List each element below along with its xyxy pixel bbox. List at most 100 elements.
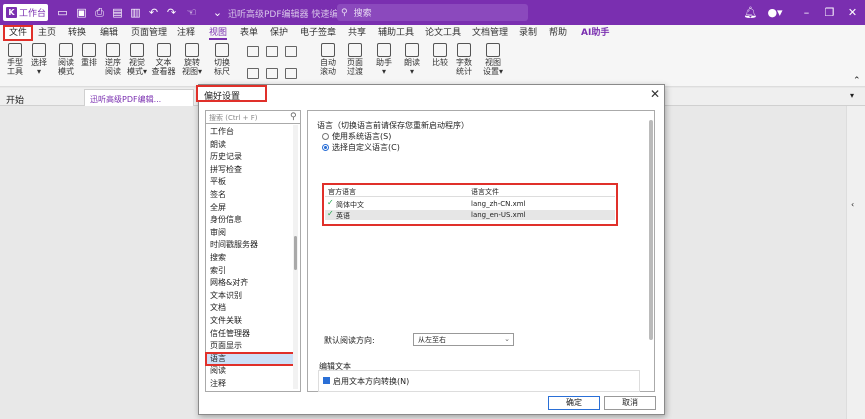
menu-file[interactable]: 文件 [3, 25, 33, 41]
menu-page-manage[interactable]: 页面管理 [131, 26, 167, 40]
tool-label: 选择 [31, 58, 47, 67]
reading-direction-label: 默认阅读方向: [324, 336, 375, 345]
menu-protect[interactable]: 保护 [270, 26, 288, 40]
hand-tool-button[interactable]: 手型 工具 [3, 43, 27, 76]
text-viewer-button[interactable]: 文本 查看器 [150, 43, 177, 76]
auto-scroll-button[interactable]: 自动 滚动 [316, 43, 340, 76]
nav-item[interactable]: 文本识别 [210, 290, 292, 302]
select-tool-button[interactable]: 选择 ▾ [27, 43, 51, 76]
menu-help[interactable]: 帮助 [549, 26, 567, 40]
nav-scrollbar-thumb[interactable] [294, 236, 297, 270]
visual-mode-button[interactable]: 视觉 模式▾ [125, 43, 149, 76]
nav-item[interactable]: 时间戳服务器 [210, 239, 292, 251]
word-count-button[interactable]: 字数 统计 [452, 43, 476, 76]
user-avatar-icon[interactable]: ●▾ [765, 5, 785, 20]
read-mode-button[interactable]: 阅读 模式 [54, 43, 78, 76]
menu-accessibility[interactable]: 辅助工具 [378, 26, 414, 40]
single-page-icon[interactable] [247, 46, 259, 57]
new-doc-icon[interactable]: ▤ [110, 5, 125, 20]
view-settings-button[interactable]: 视图 设置▾ [480, 43, 506, 76]
menu-e-signature[interactable]: 电子签章 [300, 26, 336, 40]
chevron-down-icon[interactable]: ⌄ [210, 5, 225, 20]
nav-item[interactable]: 朗读 [210, 139, 292, 151]
nav-item[interactable]: 信任管理器 [210, 328, 292, 340]
menu-home[interactable]: 主页 [38, 26, 56, 40]
rotate-view-button[interactable]: 旋转 视图▾ [180, 43, 204, 76]
reading-direction-select[interactable]: 从左至右 ⌄ [413, 333, 514, 346]
dialog-close-icon[interactable]: ✕ [650, 87, 660, 101]
menu-doc-manage[interactable]: 文档管理 [472, 26, 508, 40]
save-icon[interactable]: ▣ [74, 5, 89, 20]
hand-tool-icon[interactable]: ☜ [184, 5, 199, 20]
restore-icon[interactable]: ❐ [822, 5, 837, 20]
split-icon[interactable] [266, 68, 278, 79]
tool-label: 手型 [7, 58, 23, 67]
cover-page-icon[interactable] [247, 68, 259, 79]
language-row[interactable]: ✓ 简体中文 lang_zh-CN.xml [325, 198, 615, 209]
search-input[interactable]: ⚲ 搜索 [337, 4, 528, 21]
nav-search-input[interactable]: 搜索 (Ctrl + F) [206, 111, 300, 124]
nav-item[interactable]: 身份信息 [210, 214, 292, 226]
tab-document[interactable]: 迅听高级PDF编辑... [84, 89, 194, 106]
content-scrollbar[interactable] [649, 120, 653, 340]
nav-item[interactable]: 工作台 [210, 126, 292, 138]
nav-item[interactable]: 签名 [210, 189, 292, 201]
nav-item[interactable]: 注释 [210, 378, 292, 390]
nav-item[interactable]: 文件关联 [210, 315, 292, 327]
nav-item[interactable]: 页面显示 [210, 340, 292, 352]
reverse-read-button[interactable]: 逆序 阅读 [101, 43, 125, 76]
two-page-icon[interactable] [266, 46, 278, 57]
nav-item[interactable]: 搜索 [210, 252, 292, 264]
collapse-ribbon-icon[interactable]: ⌃ [853, 76, 861, 86]
menu-share[interactable]: 共享 [348, 26, 366, 40]
menu-form[interactable]: 表单 [240, 26, 258, 40]
open-folder-icon[interactable]: ▭ [55, 5, 70, 20]
menu-ai-assistant[interactable]: AI助手 [581, 26, 609, 40]
nav-item[interactable]: 网格&对齐 [210, 277, 292, 289]
reverse-icon [106, 43, 120, 57]
print-icon[interactable]: ⎙ [92, 5, 107, 20]
nav-item[interactable]: 平板 [210, 176, 292, 188]
undo-icon[interactable]: ↶ [146, 5, 161, 20]
page-transition-button[interactable]: 页面 过渡 [343, 43, 367, 76]
toggle-ruler-button[interactable]: 切换 标尺 [210, 43, 234, 76]
menu-edit[interactable]: 编辑 [100, 26, 118, 40]
nav-item[interactable]: 文档 [210, 302, 292, 314]
menu-annotate[interactable]: 注释 [177, 26, 195, 40]
nav-item[interactable]: 索引 [210, 265, 292, 277]
nav-item[interactable]: 审阅 [210, 227, 292, 239]
reflow-button[interactable]: 重排 [77, 43, 101, 67]
menu-thesis-tools[interactable]: 论文工具 [425, 26, 461, 40]
radio-custom-language[interactable]: 选择自定义语言(C) [322, 142, 400, 153]
nav-item[interactable]: 历史记录 [210, 151, 292, 163]
read-aloud-button[interactable]: 朗读 ▾ [400, 43, 424, 76]
tool-label: 文本 [155, 58, 172, 67]
cancel-button[interactable]: 取消 [604, 396, 656, 410]
menu-record[interactable]: 录制 [519, 26, 537, 40]
radio-system-language[interactable]: 使用系统语言(S) [322, 131, 391, 142]
checkbox-checked-icon[interactable] [323, 377, 330, 384]
close-icon[interactable]: ✕ [845, 5, 860, 20]
redo-icon[interactable]: ↷ [164, 5, 179, 20]
bell-icon[interactable]: 🔔︎ [743, 5, 758, 20]
export-icon[interactable]: ▥ [128, 5, 143, 20]
menu-convert[interactable]: 转换 [68, 26, 86, 40]
nav-item[interactable]: 阅读 [210, 365, 292, 377]
language-row[interactable]: ✓ 英语 lang_en-US.xml [325, 209, 615, 220]
nav-item[interactable]: 拼写检查 [210, 164, 292, 176]
ok-button[interactable]: 确定 [548, 396, 600, 410]
workspace-button[interactable]: K 工作台 [3, 4, 48, 21]
menu-view[interactable]: 视图 [209, 26, 228, 40]
minimize-icon[interactable]: – [799, 5, 814, 20]
panel-expand-icon[interactable]: ‹ [851, 200, 854, 209]
tool-label: 比较 [432, 58, 448, 67]
assistant-button[interactable]: 助手 ▾ [372, 43, 396, 76]
tab-list-chevron-icon[interactable]: ▾ [850, 91, 854, 100]
continuous-icon[interactable] [285, 46, 297, 57]
edit-text-checkbox-label[interactable]: 启用文本方向转换(N) [333, 376, 409, 387]
nav-item[interactable]: 语言 [210, 353, 292, 365]
compare-button[interactable]: 比较 [428, 43, 452, 67]
tab-start[interactable]: 开始 [6, 93, 24, 106]
nav-item[interactable]: 全屏 [210, 202, 292, 214]
grid-icon[interactable] [285, 68, 297, 79]
